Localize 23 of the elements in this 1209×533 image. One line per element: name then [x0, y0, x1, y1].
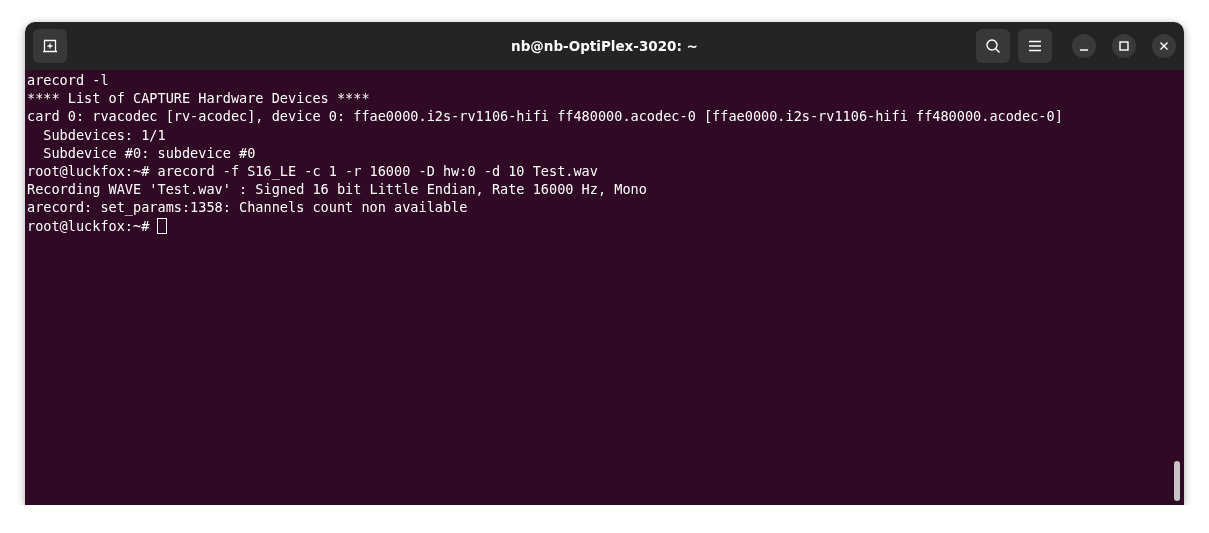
terminal-line: **** List of CAPTURE Hardware Devices **** — [27, 89, 370, 108]
menu-button[interactable] — [1018, 29, 1052, 63]
window-title: nb@nb-OptiPlex-3020: ~ — [511, 38, 698, 54]
terminal-line: Subdevice #0: subdevice #0 — [42, 143, 256, 162]
terminal-line: root@luckfox:~# arecord -f S16_LE -c 1 -r 16000 -D hw:0 -d 10 Test.wav — [27, 161, 598, 181]
terminal-line: root@luckfox:~# — [27, 216, 150, 235]
close-icon — [1159, 41, 1169, 51]
search-icon — [985, 38, 1001, 54]
terminal-line: arecord: set_params:1358: Channels count non available — [27, 198, 468, 217]
close-button[interactable] — [1152, 34, 1176, 58]
minimize-icon — [1080, 48, 1088, 51]
new-tab-button[interactable] — [33, 29, 67, 63]
new-tab-icon — [42, 38, 58, 54]
menu-icon — [1028, 40, 1042, 52]
search-button[interactable] — [976, 29, 1010, 63]
terminal-line: arecord -l — [27, 71, 109, 90]
scrollbar-thumb[interactable] — [1174, 461, 1180, 501]
terminal-line: Subdevices: 1/1 — [42, 125, 166, 144]
terminal-line: card 0: rvacodec [rv-acodec], device 0: ffae0000.i2s-rv1106-hifi ff480000.acodec-0 [ffae0000.i2s-rv1106-hifi ff480000.acodec-0] — [27, 107, 1063, 126]
maximize-icon — [1119, 41, 1129, 51]
terminal-line: Recording WAVE 'Test.wav' : Signed 16 bit Little Endian, Rate 16000 Hz, Mono — [27, 180, 647, 199]
maximize-button[interactable] — [1112, 34, 1136, 58]
minimize-button[interactable] — [1072, 34, 1096, 58]
